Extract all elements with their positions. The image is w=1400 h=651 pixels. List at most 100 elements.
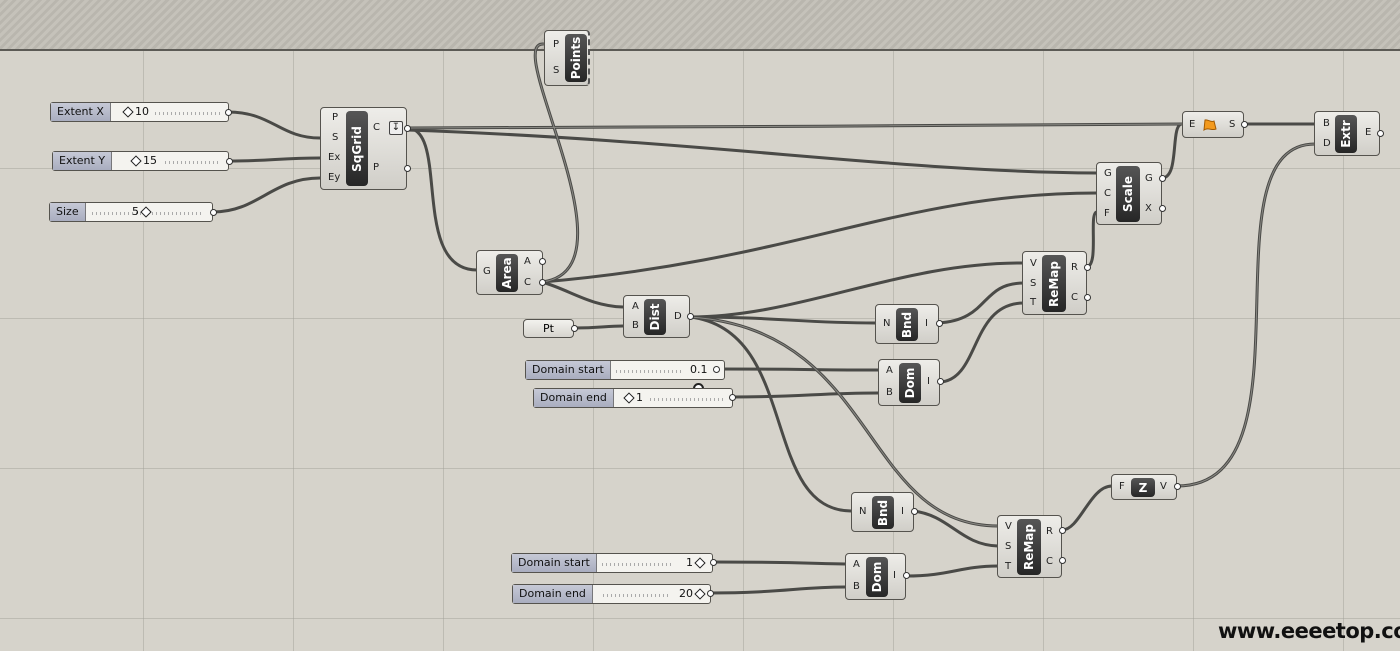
input-port-a[interactable]: A <box>632 301 639 313</box>
input-port-b[interactable]: B <box>1323 118 1330 130</box>
input-port-v[interactable]: V <box>1030 258 1037 270</box>
output-port-r[interactable]: R <box>1071 262 1078 274</box>
input-port-f[interactable]: F <box>1119 481 1125 493</box>
slider-domain-end-1[interactable]: Domain end 1 <box>533 388 733 408</box>
point-param[interactable]: Pt <box>523 319 574 338</box>
output-port-x[interactable]: X <box>1145 203 1152 215</box>
output-grip[interactable] <box>707 590 714 597</box>
output-port-c[interactable]: C <box>524 277 531 289</box>
input-port-b[interactable]: B <box>886 387 893 399</box>
input-port-ey[interactable]: Ey <box>328 172 340 184</box>
input-port-p[interactable]: P <box>553 39 559 51</box>
slider-domain-start-2[interactable]: Domain start 1 <box>511 553 713 573</box>
output-grip[interactable] <box>1159 175 1166 182</box>
output-grip[interactable] <box>539 258 546 265</box>
output-grip[interactable] <box>210 209 217 216</box>
output-port-g[interactable]: G <box>1145 173 1153 185</box>
output-grip[interactable] <box>903 572 910 579</box>
output-port-i[interactable]: I <box>901 506 904 518</box>
slider-track[interactable] <box>155 112 220 115</box>
output-port-r[interactable]: R <box>1046 526 1053 538</box>
output-port-a[interactable]: A <box>524 256 531 268</box>
output-grip[interactable] <box>1059 527 1066 534</box>
input-port-ex[interactable]: Ex <box>328 152 340 164</box>
input-port-b[interactable]: B <box>632 320 639 332</box>
output-grip[interactable] <box>226 158 233 165</box>
slider-track[interactable] <box>650 398 724 401</box>
output-grip[interactable] <box>936 320 943 327</box>
scale-component[interactable]: G C F Scale G X <box>1096 162 1162 225</box>
input-port-s[interactable]: S <box>332 132 338 144</box>
input-port-a[interactable]: A <box>886 365 893 377</box>
slider-track[interactable] <box>165 161 220 164</box>
input-port-s[interactable]: S <box>1005 541 1011 553</box>
output-port-c[interactable]: C <box>373 122 380 134</box>
points-component[interactable]: P S Points <box>544 30 590 86</box>
output-port-s[interactable]: S <box>1229 119 1235 131</box>
output-grip[interactable] <box>937 378 944 385</box>
output-grip[interactable] <box>911 508 918 515</box>
output-grip[interactable] <box>1174 483 1181 490</box>
domain-component-2[interactable]: A B Dom I <box>845 553 906 600</box>
output-port-i[interactable]: I <box>893 570 896 582</box>
input-port-v[interactable]: V <box>1005 521 1012 533</box>
output-grip[interactable] <box>539 279 546 286</box>
slider-knob-icon[interactable] <box>694 588 706 600</box>
output-grip[interactable] <box>1159 205 1166 212</box>
output-grip[interactable] <box>404 165 411 172</box>
slider-domain-end-2[interactable]: Domain end 20 <box>512 584 711 604</box>
sqgrid-component[interactable]: P S Ex Ey SqGrid C P ↧ <box>320 107 407 190</box>
slider-knob-icon[interactable] <box>623 392 635 404</box>
input-port-g[interactable]: G <box>483 266 491 278</box>
output-port-e[interactable]: E <box>1365 127 1371 139</box>
output-port-i[interactable]: I <box>927 376 930 388</box>
output-grip[interactable] <box>1084 264 1091 271</box>
output-grip[interactable] <box>1241 121 1248 128</box>
domain-component-1[interactable]: A B Dom I <box>878 359 940 406</box>
input-port-e[interactable]: E <box>1189 119 1195 131</box>
slider-knob-icon[interactable] <box>122 106 134 118</box>
slider-knob-icon[interactable] <box>694 557 706 569</box>
output-grip[interactable] <box>687 313 694 320</box>
input-port-n[interactable]: N <box>859 506 866 518</box>
slider-knob-icon[interactable] <box>140 206 152 218</box>
distance-component[interactable]: A B Dist D <box>623 295 690 338</box>
output-grip[interactable] <box>710 559 717 566</box>
input-port-a[interactable]: A <box>853 559 860 571</box>
arrow-down-icon[interactable]: ↧ <box>389 121 403 135</box>
slider-track[interactable] <box>602 563 672 566</box>
output-grip[interactable] <box>225 109 232 116</box>
slider-track[interactable] <box>616 370 684 373</box>
slider-domain-start-1[interactable]: Domain start 0.1 <box>525 360 725 394</box>
slider-size[interactable]: Size 5 <box>49 202 213 222</box>
grasshopper-canvas[interactable]: Extent X 10 Extent Y 15 Size 5 Domain st… <box>0 0 1400 651</box>
extrude-component[interactable]: B D Extr E <box>1314 111 1380 156</box>
output-port-v[interactable]: V <box>1160 481 1167 493</box>
remap-component-2[interactable]: V S T ReMap R C <box>997 515 1062 578</box>
slider-track[interactable] <box>603 594 670 597</box>
output-port-p[interactable]: P <box>373 162 379 174</box>
input-port-s[interactable]: S <box>553 65 559 77</box>
slider-extent-y[interactable]: Extent Y 15 <box>52 151 229 171</box>
bounds-component-1[interactable]: N Bnd I <box>875 304 939 344</box>
output-port-d[interactable]: D <box>674 311 682 323</box>
boundary-surface-component[interactable]: E S <box>1182 111 1244 138</box>
input-port-n[interactable]: N <box>883 318 890 330</box>
output-grip[interactable] <box>571 325 578 332</box>
output-grip[interactable] <box>1377 130 1384 137</box>
slider-extent-x[interactable]: Extent X 10 <box>50 102 229 122</box>
input-port-t[interactable]: T <box>1030 297 1036 309</box>
output-port-i[interactable]: I <box>925 318 928 330</box>
input-port-b[interactable]: B <box>853 581 860 593</box>
input-port-g[interactable]: G <box>1104 168 1112 180</box>
output-grip[interactable] <box>729 394 736 401</box>
output-grip[interactable] <box>713 366 720 373</box>
bounds-component-2[interactable]: N Bnd I <box>851 492 914 532</box>
input-port-d[interactable]: D <box>1323 138 1331 150</box>
output-grip[interactable] <box>1059 557 1066 564</box>
unit-z-component[interactable]: F Z V <box>1111 474 1177 500</box>
output-port-c[interactable]: C <box>1046 556 1053 568</box>
input-port-c[interactable]: C <box>1104 188 1111 200</box>
slider-knob-icon[interactable] <box>130 155 142 167</box>
remap-component-1[interactable]: V S T ReMap R C <box>1022 251 1087 315</box>
